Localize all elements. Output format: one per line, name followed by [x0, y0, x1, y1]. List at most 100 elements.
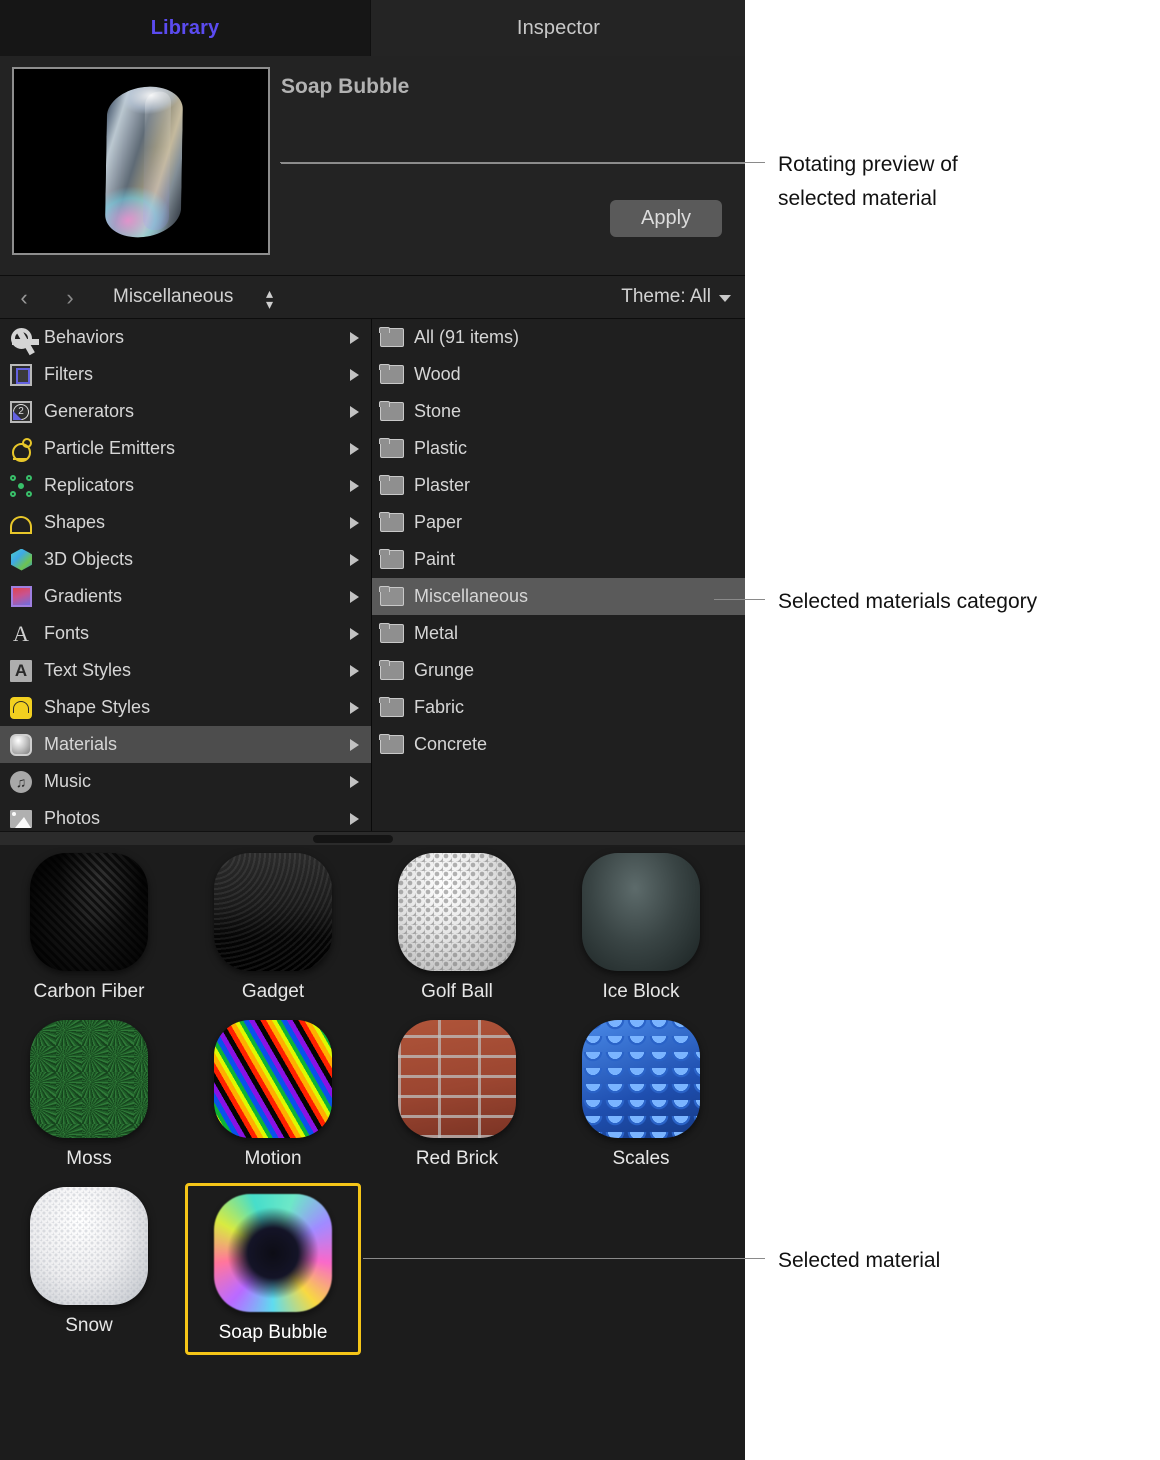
- folder-icon: [379, 622, 404, 646]
- text-style-icon: A: [10, 659, 34, 683]
- material-label: Motion: [244, 1148, 302, 1169]
- material-item-scales[interactable]: Scales: [557, 1020, 725, 1185]
- material-label: Gadget: [241, 981, 305, 1002]
- material-item-soap-bubble[interactable]: Soap Bubble: [185, 1183, 361, 1355]
- disclosure-arrow-icon[interactable]: [350, 701, 359, 714]
- category-item-all-91-items-[interactable]: All (91 items): [372, 319, 745, 356]
- disclosure-arrow-icon[interactable]: [350, 368, 359, 381]
- folder-icon: [379, 363, 404, 387]
- disclosure-arrow-icon[interactable]: [350, 405, 359, 418]
- sidebar-item-label: Shape Styles: [44, 697, 151, 717]
- sidebar-item-text-styles[interactable]: A Text Styles: [0, 652, 371, 689]
- sidebar-item-label: Fonts: [44, 623, 90, 643]
- material-item-moss[interactable]: Moss: [5, 1020, 173, 1185]
- category-item-paint[interactable]: Paint: [372, 541, 745, 578]
- preview-divider: [281, 163, 745, 164]
- music-icon: ♫: [10, 770, 34, 794]
- disclosure-arrow-icon[interactable]: [350, 479, 359, 492]
- category-item-miscellaneous[interactable]: Miscellaneous: [372, 578, 745, 615]
- disclosure-arrow-icon[interactable]: [350, 627, 359, 640]
- scrollbar-thumb[interactable]: [313, 835, 393, 843]
- material-swatch: [30, 853, 148, 971]
- sidebar-item-fonts[interactable]: A Fonts: [0, 615, 371, 652]
- disclosure-arrow-icon[interactable]: [350, 553, 359, 566]
- sidebar-item-replicators[interactable]: Replicators: [0, 467, 371, 504]
- category-item-fabric[interactable]: Fabric: [372, 689, 745, 726]
- leader-line-preview: [280, 162, 765, 163]
- category-item-label: Paper: [414, 512, 463, 532]
- folder-icon: [379, 326, 404, 350]
- disclosure-arrow-icon[interactable]: [350, 442, 359, 455]
- category-item-label: Fabric: [414, 697, 465, 717]
- category-item-grunge[interactable]: Grunge: [372, 652, 745, 689]
- folder-icon: [379, 696, 404, 720]
- page-title: Soap Bubble: [281, 75, 410, 98]
- material-swatch: [214, 1194, 332, 1312]
- sidebar-item-behaviors[interactable]: Behaviors: [0, 319, 371, 356]
- screenshot-root: Library Inspector Soap Bubble Apply ‹ › …: [0, 0, 1160, 1460]
- material-item-gadget[interactable]: Gadget: [189, 853, 357, 1018]
- category-item-wood[interactable]: Wood: [372, 356, 745, 393]
- category-item-paper[interactable]: Paper: [372, 504, 745, 541]
- category-item-concrete[interactable]: Concrete: [372, 726, 745, 763]
- library-panel: Library Inspector Soap Bubble Apply ‹ › …: [0, 0, 745, 1460]
- category-item-label: Paint: [414, 549, 456, 569]
- material-label: Red Brick: [415, 1148, 499, 1169]
- material-swatch: [214, 853, 332, 971]
- film-icon: [10, 363, 34, 387]
- material-item-red-brick[interactable]: Red Brick: [373, 1020, 541, 1185]
- tab-library-label: Library: [150, 16, 220, 39]
- sidebar-item-3d-objects[interactable]: 3D Objects: [0, 541, 371, 578]
- sidebar-item-gradients[interactable]: Gradients: [0, 578, 371, 615]
- forward-icon[interactable]: ›: [57, 285, 83, 311]
- folder-icon: [379, 548, 404, 572]
- preview-thumbnail[interactable]: [12, 67, 270, 255]
- category-item-label: Stone: [414, 401, 462, 421]
- apply-button[interactable]: Apply: [610, 200, 722, 237]
- disclosure-arrow-icon[interactable]: [350, 738, 359, 751]
- back-icon[interactable]: ‹: [11, 285, 37, 311]
- material-item-snow[interactable]: Snow: [5, 1187, 173, 1352]
- disclosure-arrow-icon[interactable]: [350, 775, 359, 788]
- sidebar-item-label: 3D Objects: [44, 549, 134, 569]
- tab-inspector-label: Inspector: [516, 16, 601, 39]
- disclosure-arrow-icon[interactable]: [350, 664, 359, 677]
- font-icon: A: [13, 620, 29, 646]
- folder-icon: [379, 437, 404, 461]
- material-item-motion[interactable]: Motion: [189, 1020, 357, 1185]
- material-swatch: [398, 853, 516, 971]
- tab-library[interactable]: Library: [0, 0, 370, 56]
- sidebar-item-music[interactable]: ♫ Music: [0, 763, 371, 800]
- disclosure-arrow-icon[interactable]: [350, 516, 359, 529]
- sidebar-item-particle-emitters[interactable]: Particle Emitters: [0, 430, 371, 467]
- material-item-golf-ball[interactable]: Golf Ball: [373, 853, 541, 1018]
- sidebar-item-label: Gradients: [44, 586, 123, 606]
- category-item-metal[interactable]: Metal: [372, 615, 745, 652]
- theme-dropdown[interactable]: Theme: All: [621, 286, 731, 308]
- sidebar-item-materials[interactable]: Materials: [0, 726, 371, 763]
- leader-line-category: [714, 599, 765, 600]
- category-item-plastic[interactable]: Plastic: [372, 430, 745, 467]
- category-item-stone[interactable]: Stone: [372, 393, 745, 430]
- annotation-selected-material: Selected material: [778, 1249, 941, 1272]
- material-item-carbon-fiber[interactable]: Carbon Fiber: [5, 853, 173, 1018]
- horizontal-scrollbar[interactable]: [0, 831, 745, 846]
- shape-icon: [10, 511, 34, 535]
- disclosure-arrow-icon[interactable]: [350, 812, 359, 825]
- material-item-ice-block[interactable]: Ice Block: [557, 853, 725, 1018]
- path-stepper-icon[interactable]: ▴ ▾: [266, 286, 273, 311]
- soap-bubble-preview-render: [104, 83, 184, 241]
- category-item-plaster[interactable]: Plaster: [372, 467, 745, 504]
- sidebar-item-shapes[interactable]: Shapes: [0, 504, 371, 541]
- preview-area: Soap Bubble Apply: [0, 56, 745, 275]
- sidebar-item-filters[interactable]: Filters: [0, 356, 371, 393]
- disclosure-arrow-icon[interactable]: [350, 331, 359, 344]
- disclosure-arrow-icon[interactable]: [350, 590, 359, 603]
- sidebar-item-shape-styles[interactable]: Shape Styles: [0, 689, 371, 726]
- sidebar-item-generators[interactable]: 2 Generators: [0, 393, 371, 430]
- folder-icon: [379, 659, 404, 683]
- replicator-icon: [10, 474, 34, 498]
- tab-inspector[interactable]: Inspector: [370, 0, 745, 56]
- sidebar-item-label: Behaviors: [44, 327, 125, 347]
- folder-icon: [379, 585, 404, 609]
